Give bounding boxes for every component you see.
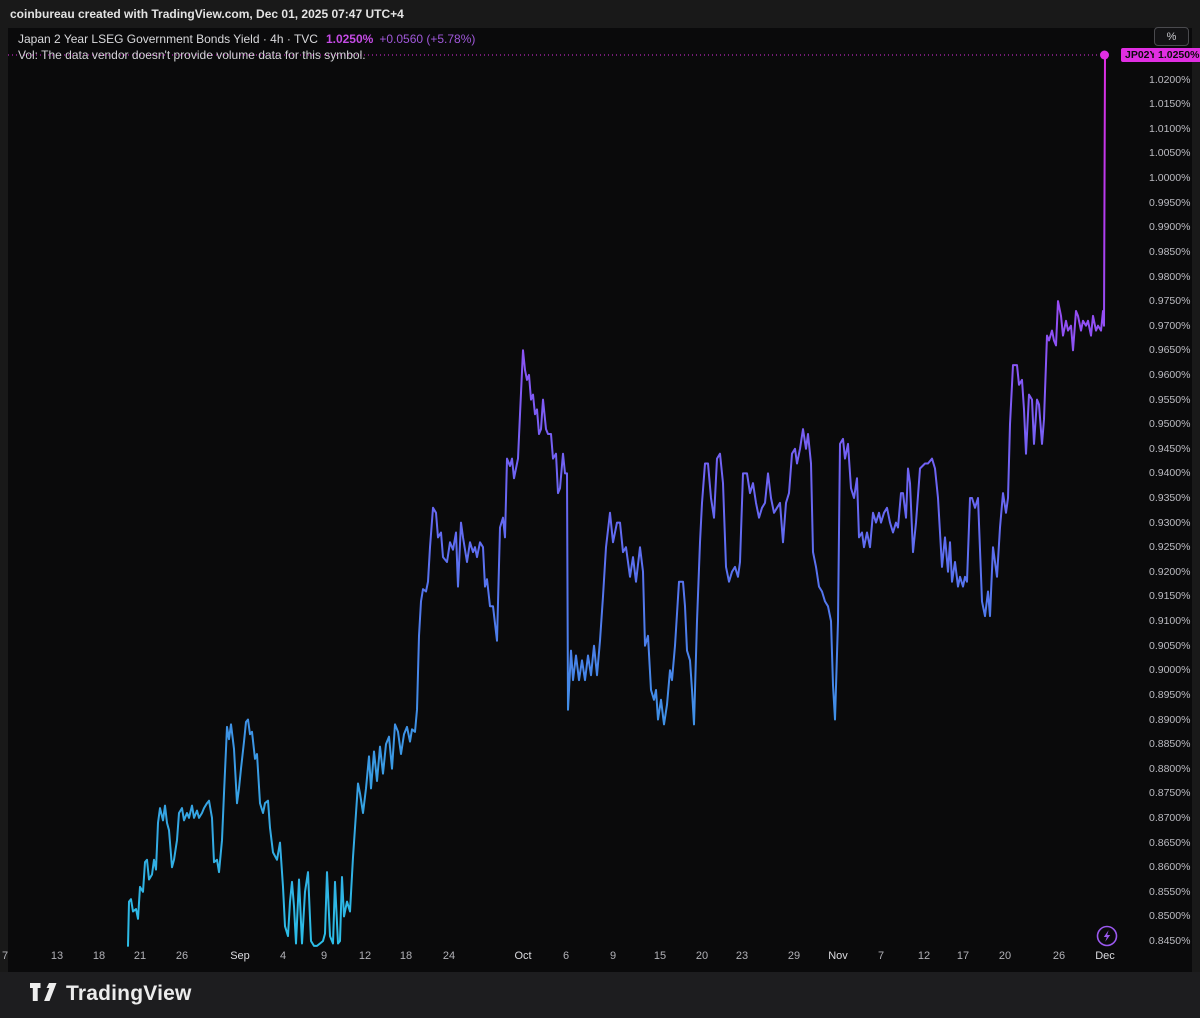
time-tick-month: Nov <box>828 949 848 963</box>
footer-bar: TradingView <box>0 972 1200 1018</box>
time-tick-day: 21 <box>134 949 146 963</box>
price-tick-label: 1.0050% <box>1149 146 1200 160</box>
price-tick-label: 0.9250% <box>1149 540 1200 554</box>
time-tick-day: 29 <box>788 949 800 963</box>
time-tick-month: Oct <box>514 949 531 963</box>
price-tick-label: 1.0200% <box>1149 73 1200 87</box>
price-tick-label: 0.9750% <box>1149 294 1200 308</box>
price-tick-label: 0.9050% <box>1149 639 1200 653</box>
time-tick-day: 17 <box>957 949 969 963</box>
time-tick-day: 4 <box>280 949 286 963</box>
time-tick-day: 26 <box>1053 949 1065 963</box>
price-tick-label: 0.8450% <box>1149 934 1200 948</box>
price-tick-label: 0.9150% <box>1149 589 1200 603</box>
price-tick-label: 0.9850% <box>1149 245 1200 259</box>
time-tick-day: 9 <box>610 949 616 963</box>
price-tick-label: 0.9500% <box>1149 417 1200 431</box>
time-tick-day: 12 <box>359 949 371 963</box>
price-tick-label: 0.8550% <box>1149 885 1200 899</box>
price-tick-label: 0.9900% <box>1149 220 1200 234</box>
attribution-bar: coinbureau created with TradingView.com,… <box>0 0 1200 28</box>
price-tick-label: 0.9700% <box>1149 319 1200 333</box>
attribution-text: coinbureau created with TradingView.com,… <box>10 7 404 21</box>
last-price-dot <box>1100 51 1109 60</box>
price-tick-label: 0.9600% <box>1149 368 1200 382</box>
price-tick-label: 0.9800% <box>1149 270 1200 284</box>
time-tick-day: 24 <box>443 949 455 963</box>
price-tick-label: 1.0100% <box>1149 122 1200 136</box>
time-tick-day: 6 <box>563 949 569 963</box>
yield-line-series <box>128 55 1105 946</box>
price-tick-label: 0.8700% <box>1149 811 1200 825</box>
tradingview-logo[interactable]: TradingView <box>30 982 192 1006</box>
legend-last-price: 1.0250% <box>326 32 373 46</box>
price-scale-unit-button[interactable]: % <box>1154 27 1189 46</box>
price-tick-label: 0.9100% <box>1149 614 1200 628</box>
time-tick-day: 9 <box>321 949 327 963</box>
current-price-badge: 1.0250% <box>1154 48 1200 62</box>
price-tick-label: 0.8850% <box>1149 737 1200 751</box>
price-tick-label: 1.0150% <box>1149 97 1200 111</box>
price-tick-label: 1.0000% <box>1149 171 1200 185</box>
legend-change: +0.0560 (+5.78%) <box>379 32 475 46</box>
time-tick-month: Dec <box>1095 949 1115 963</box>
price-tick-label: 0.9650% <box>1149 343 1200 357</box>
time-tick-month: Sep <box>230 949 250 963</box>
time-tick-day: 26 <box>176 949 188 963</box>
price-tick-label: 0.8650% <box>1149 836 1200 850</box>
time-tick-day: 18 <box>400 949 412 963</box>
price-tick-label: 0.8800% <box>1149 762 1200 776</box>
time-tick-day: 12 <box>918 949 930 963</box>
time-tick-day: 7 <box>2 949 8 963</box>
time-tick-day: 18 <box>93 949 105 963</box>
lightning-icon[interactable] <box>1095 924 1119 948</box>
time-tick-day: 20 <box>696 949 708 963</box>
price-tick-label: 0.9450% <box>1149 442 1200 456</box>
price-tick-label: 0.8950% <box>1149 688 1200 702</box>
volume-note: Vol: The data vendor doesn't provide vol… <box>18 48 475 62</box>
tradingview-logo-text: TradingView <box>66 982 192 1006</box>
price-tick-label: 0.9350% <box>1149 491 1200 505</box>
price-tick-label: 0.8500% <box>1149 909 1200 923</box>
price-tick-label: 0.9400% <box>1149 466 1200 480</box>
tradingview-logo-icon <box>30 983 57 1005</box>
time-tick-day: 7 <box>878 949 884 963</box>
price-tick-label: 0.8750% <box>1149 786 1200 800</box>
yield-line-chart <box>8 28 1192 972</box>
time-tick-day: 20 <box>999 949 1011 963</box>
time-tick-day: 13 <box>51 949 63 963</box>
price-tick-label: 0.9550% <box>1149 393 1200 407</box>
symbol-title[interactable]: Japan 2 Year LSEG Government Bonds Yield… <box>18 32 318 46</box>
price-tick-label: 0.9000% <box>1149 663 1200 677</box>
price-tick-label: 0.8600% <box>1149 860 1200 874</box>
price-tick-label: 0.9300% <box>1149 516 1200 530</box>
price-tick-label: 0.9200% <box>1149 565 1200 579</box>
price-tick-label: 0.9950% <box>1149 196 1200 210</box>
chart-legend[interactable]: Japan 2 Year LSEG Government Bonds Yield… <box>18 32 475 62</box>
time-tick-day: 15 <box>654 949 666 963</box>
chart-pane[interactable]: Japan 2 Year LSEG Government Bonds Yield… <box>8 28 1192 972</box>
price-tick-label: 0.8900% <box>1149 713 1200 727</box>
time-tick-day: 23 <box>736 949 748 963</box>
